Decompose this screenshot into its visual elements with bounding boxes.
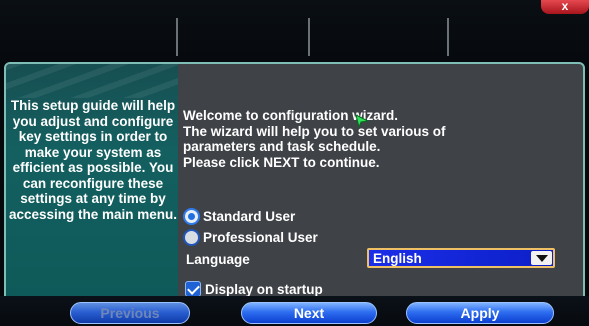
guide-text: This setup guide will help you adjust an… [8, 98, 178, 222]
welcome-message: Welcome to configuration wizard. The wiz… [183, 108, 573, 170]
top-divider [308, 18, 310, 56]
language-dropdown[interactable]: English [367, 248, 555, 268]
mouse-pointer-icon [355, 114, 369, 128]
top-divider [176, 18, 178, 56]
apply-button[interactable]: Apply [406, 302, 554, 324]
radio-selected-icon[interactable] [183, 208, 200, 225]
language-value: English [373, 251, 422, 266]
close-button[interactable]: x [541, 0, 589, 14]
radio-label: Professional User [203, 230, 318, 245]
top-bar [0, 0, 589, 62]
next-button[interactable]: Next [241, 302, 377, 324]
radio-label: Standard User [203, 209, 296, 224]
chevron-down-icon[interactable] [531, 251, 552, 265]
guide-panel: This setup guide will help you adjust an… [6, 64, 178, 305]
checkbox-label: Display on startup [205, 281, 323, 297]
radio-professional-user[interactable]: Professional User [183, 229, 318, 246]
welcome-line: Welcome to configuration wizard. [183, 108, 399, 123]
welcome-line: Please click NEXT to continue. [183, 154, 380, 170]
welcome-line: The wizard will help you to set various … [183, 123, 446, 139]
previous-button[interactable]: Previous [70, 302, 190, 324]
language-label: Language [186, 252, 250, 267]
setup-wizard-dialog: This setup guide will help you adjust an… [4, 62, 585, 307]
top-divider [447, 18, 449, 56]
radio-unselected-icon[interactable] [183, 229, 200, 246]
radio-standard-user[interactable]: Standard User [183, 208, 295, 225]
checkbox-checked-icon[interactable] [185, 281, 201, 297]
welcome-line: parameters and task schedule. [183, 139, 381, 154]
display-on-startup-toggle[interactable]: Display on startup [185, 281, 323, 297]
